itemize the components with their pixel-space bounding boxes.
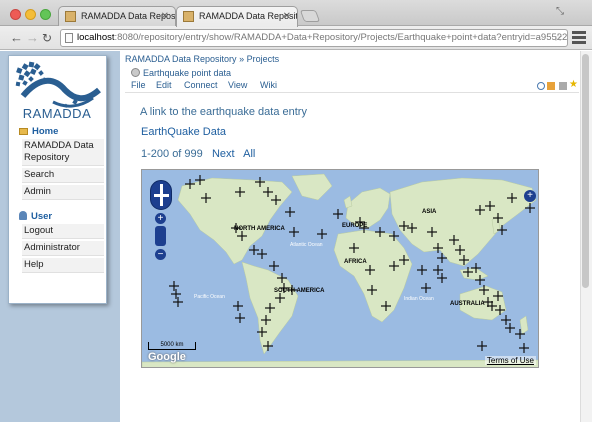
label-north-america: NORTH AMERICA (234, 226, 285, 232)
world-map (142, 173, 538, 367)
sidebar: RAMADDA Home RAMADDA Data Repository Sea… (8, 55, 107, 304)
ramadda-favicon-icon (65, 11, 76, 22)
paging-bar: 1-200 of 999 Next All (141, 148, 255, 160)
map-navigation-control[interactable]: + − (150, 180, 172, 260)
menu-wiki[interactable]: Wiki (260, 80, 277, 90)
restore-window-icon[interactable]: ⤡ (556, 6, 564, 17)
sidebar-home-header[interactable]: Home (19, 126, 58, 137)
sidebar-item-search[interactable]: Search (22, 168, 104, 183)
google-logo[interactable]: Google (148, 351, 186, 363)
label-south-america: SOUTH AMERICA (274, 288, 325, 294)
page-icon (65, 33, 73, 43)
user-icon (19, 211, 27, 220)
tab-close-icon[interactable]: ✕ (283, 7, 291, 26)
terms-of-use-link[interactable]: Terms of Use (484, 356, 536, 365)
sidebar-user-header[interactable]: User (19, 211, 52, 222)
tools-icon[interactable] (559, 82, 567, 90)
paging-all-link[interactable]: All (243, 148, 255, 160)
map-scale-bar: 5000 km (148, 342, 196, 350)
label-pacific: Pacific Ocean (194, 294, 225, 300)
entry-menubar: File Edit Connect View Wiki ★ (125, 79, 579, 93)
favorite-star-icon[interactable]: ★ (569, 79, 579, 90)
label-australia: AUSTRALIA (450, 301, 485, 307)
earthquake-data-link[interactable]: EarthQuake Data (141, 126, 226, 138)
label-asia: ASIA (422, 209, 437, 215)
label-europe: EUROPE (342, 223, 368, 229)
url-host: localhost (77, 32, 115, 43)
globe-icon (131, 68, 140, 77)
page-content: RAMADDA Home RAMADDA Data Repository Sea… (0, 51, 580, 422)
sidebar-item-logout[interactable]: Logout (22, 224, 104, 239)
layer-switcher-icon[interactable]: + (524, 190, 536, 202)
url-path: :8080/repository/entry/show/RAMADDA+Data… (114, 32, 568, 43)
new-tab-button[interactable] (299, 10, 321, 22)
browser-tab-2[interactable]: RAMADDA Data Repository ✕ (176, 6, 298, 27)
wrench-menu-icon[interactable] (572, 29, 586, 45)
sidebar-item-help[interactable]: Help (22, 258, 104, 273)
menu-edit[interactable]: Edit (156, 80, 172, 90)
reload-icon[interactable]: ↻ (42, 30, 52, 46)
earthquake-map[interactable]: + − + NORTH AMERICA SOUTH AMERICA EUROPE… (141, 169, 539, 368)
zoom-out-icon[interactable]: − (155, 249, 166, 260)
zoom-window-button[interactable] (40, 9, 51, 20)
breadcrumb: RAMADDA Data Repository » Projects (125, 54, 279, 64)
menu-file[interactable]: File (131, 80, 146, 90)
back-arrow-icon[interactable]: ← (10, 30, 23, 46)
sidebar-item-repository[interactable]: RAMADDA Data Repository (22, 139, 104, 166)
link-heading: A link to the earthquake data entry (140, 106, 307, 118)
ramadda-favicon-icon (183, 11, 194, 22)
bookmark-star-icon[interactable]: ☆ (553, 30, 563, 46)
breadcrumb-root[interactable]: RAMADDA Data Repository (125, 54, 237, 64)
zoom-slider[interactable] (155, 226, 166, 246)
sidebar-item-administrator[interactable]: Administrator (22, 241, 104, 256)
breadcrumb-current[interactable]: Projects (247, 54, 280, 64)
breadcrumb-separator: » (239, 54, 245, 64)
comment-icon[interactable] (537, 82, 545, 90)
address-bar[interactable]: localhost:8080/repository/entry/show/RAM… (60, 29, 568, 47)
flag-icon[interactable] (547, 82, 555, 90)
browser-toolbar: ← → ↻ localhost:8080/repository/entry/sh… (0, 26, 592, 50)
menu-connect[interactable]: Connect (184, 80, 218, 90)
folder-icon (19, 128, 28, 135)
paging-range: 1-200 of 999 (141, 148, 203, 160)
entry-title: Earthquake point data (131, 68, 231, 78)
scrollbar-thumb[interactable] (582, 54, 589, 288)
zoom-in-icon[interactable]: + (155, 213, 166, 224)
pan-control-icon[interactable] (150, 180, 172, 210)
logo-text: RAMADDA (22, 106, 92, 121)
label-africa: AFRICA (344, 259, 367, 265)
browser-tab-bar: RAMADDA Data Repository ✕ RAMADDA Data R… (0, 0, 592, 27)
sidebar-item-admin[interactable]: Admin (22, 185, 104, 200)
tab-close-icon[interactable]: ✕ (161, 7, 169, 26)
label-indian: Indian Ocean (404, 296, 434, 302)
minimize-window-button[interactable] (25, 9, 36, 20)
browser-tab-1[interactable]: RAMADDA Data Repository ✕ (58, 6, 176, 26)
close-window-button[interactable] (10, 9, 21, 20)
paging-next-link[interactable]: Next (212, 148, 235, 160)
menu-view[interactable]: View (228, 80, 247, 90)
label-atlantic: Atlantic Ocean (290, 242, 323, 248)
forward-arrow-icon[interactable]: → (26, 30, 39, 46)
